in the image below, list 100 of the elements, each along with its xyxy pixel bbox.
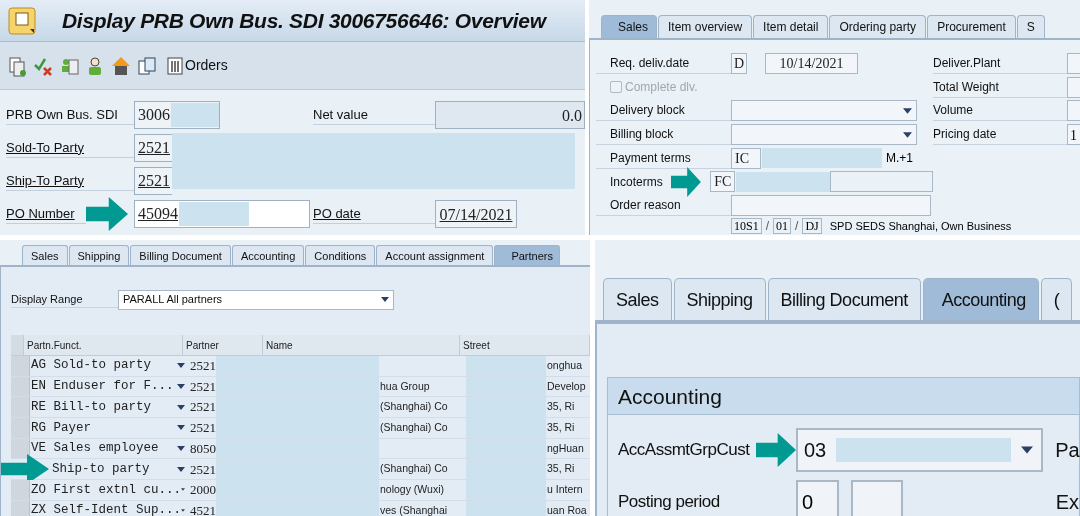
input-field[interactable]: D: [731, 53, 747, 75]
input-field[interactable]: 45094: [134, 200, 310, 228]
table-cell-text: ves (Shanghai: [379, 502, 449, 516]
input-field[interactable]: IC: [731, 147, 761, 169]
table-cell-text: (Shanghai) Co: [379, 399, 449, 415]
table-cell-text: ngHuan: [546, 440, 584, 456]
table-cell-text: (Shanghai) Co: [379, 420, 449, 436]
tab[interactable]: Sales: [601, 15, 658, 38]
table-cell-text: nology (Wuxi): [379, 482, 445, 498]
input-field[interactable]: 01: [773, 218, 792, 235]
caret-icon: [903, 108, 912, 114]
table-cell-text: onghua: [546, 357, 583, 373]
dropdown-cell[interactable]: VE Sales employee: [30, 438, 189, 459]
tab[interactable]: Sales: [603, 278, 672, 320]
field-text: M.+1: [886, 150, 913, 168]
input-field[interactable]: 0.0: [435, 101, 585, 129]
table-cell-text: Develop: [546, 378, 586, 394]
table-cell-text: 2000: [189, 481, 216, 500]
copy-icon: [137, 54, 157, 77]
column-header: Street: [460, 335, 590, 355]
input-field[interactable]: 10S1: [731, 218, 762, 235]
caret-icon: [177, 363, 185, 369]
column-header: Partn.Funct.: [24, 335, 183, 355]
row-selector[interactable]: [11, 356, 30, 376]
tab[interactable]: Billing Document: [130, 245, 231, 265]
dropdown-cell[interactable]: RE Bill-to party: [30, 397, 189, 418]
table-cell-text: 2521: [189, 377, 216, 396]
tab[interactable]: Ordering party: [829, 15, 927, 38]
table-cell-text: 2521: [189, 460, 216, 479]
table-cell-text: (Shanghai) Co: [379, 461, 449, 477]
row-selector[interactable]: [11, 397, 30, 418]
field-label: Incoterms: [609, 173, 664, 191]
tab[interactable]: Accounting: [922, 278, 1039, 320]
input-field[interactable]: FC: [710, 171, 735, 193]
input-field[interactable]: 07/14/2021: [435, 200, 517, 228]
window-title: Display PRB Own Bus. SDI 3006756646: Overview: [62, 7, 546, 34]
dropdown-cell[interactable]: EN Enduser for F...: [30, 376, 189, 397]
caret-icon: [177, 425, 185, 431]
orders-button[interactable]: Orders: [165, 55, 230, 76]
input-field[interactable]: [850, 480, 904, 516]
tab[interactable]: Sales: [22, 245, 68, 265]
field-label: Posting period: [618, 491, 720, 513]
tab[interactable]: Shipping: [68, 245, 130, 265]
dropdown-cell[interactable]: AG Sold-to party: [30, 356, 189, 376]
tab[interactable]: Billing Document: [767, 278, 921, 320]
caret-icon: [177, 384, 185, 390]
field-label: Ex: [1055, 490, 1079, 515]
dropdown-field[interactable]: PARALL All partners: [118, 289, 394, 310]
input-field[interactable]: 0: [796, 480, 839, 516]
caret-icon: [181, 508, 185, 514]
tab[interactable]: (: [1040, 278, 1073, 320]
caret-icon: [177, 404, 185, 410]
tab[interactable]: Item overview: [658, 15, 753, 38]
tab[interactable]: S: [1016, 15, 1045, 38]
tab[interactable]: Shipping: [673, 278, 766, 320]
table-cell-text: 35, Ri: [546, 461, 575, 477]
input-field[interactable]: [731, 194, 931, 216]
document-icon: [7, 54, 27, 77]
table-cell: 35, Ri: [546, 420, 575, 436]
row-selector[interactable]: [11, 480, 30, 500]
input-field[interactable]: 10/14/2021: [765, 53, 858, 75]
table-cell-text: 4521: [189, 501, 216, 516]
input-field[interactable]: 2521: [134, 134, 172, 162]
input-field[interactable]: DJ: [802, 218, 822, 235]
tab[interactable]: Procurement: [927, 15, 1016, 38]
field-label: Pa: [1055, 438, 1080, 463]
dropdown-field[interactable]: [731, 100, 917, 122]
dropdown-cell[interactable]: RG Payer: [30, 418, 189, 438]
dropdown-field[interactable]: 03: [796, 428, 1044, 472]
row-selector[interactable]: [11, 418, 30, 438]
table-cell-text: 2521: [189, 419, 216, 438]
redaction-bar: [171, 103, 219, 127]
caret-icon: [903, 131, 912, 138]
table-cell-text: hua Group: [379, 378, 431, 394]
checkbox-label: Complete dlv.: [625, 79, 698, 97]
table-cell: u Intern: [546, 482, 583, 498]
separator-slash: /: [765, 218, 770, 235]
input-field[interactable]: 2521: [134, 167, 172, 195]
table-cell-text: 8050: [189, 439, 216, 458]
dropdown-cell[interactable]: ZX Self-Ident Sup...: [30, 500, 189, 516]
caret-icon: [181, 487, 185, 493]
dropdown-field[interactable]: [731, 124, 917, 146]
caret-icon: [177, 446, 185, 452]
tab[interactable]: Item detail: [753, 15, 829, 38]
caret-icon: [381, 297, 389, 302]
app-menu-icon: [8, 6, 36, 35]
dropdown-cell[interactable]: ZO First extnl cu...: [30, 480, 189, 500]
tab[interactable]: Account assignment: [376, 245, 494, 265]
tab[interactable]: Accounting: [231, 245, 305, 265]
table-cell-text: 35, Ri: [546, 399, 575, 415]
field-label: AccAssmtGrpCust: [618, 439, 750, 461]
dropdown-cell[interactable]: Ship-to party: [49, 459, 189, 480]
house-icon: [111, 54, 131, 77]
input-field[interactable]: 1: [1067, 124, 1080, 146]
field-text: SPD SEDS Shanghai, Own Business: [829, 218, 1012, 234]
caret-icon: [177, 466, 185, 472]
input-field[interactable]: 3006: [134, 101, 220, 129]
tab[interactable]: Partners: [494, 245, 560, 265]
redaction-bar: [179, 202, 249, 226]
tab[interactable]: Conditions: [305, 245, 376, 265]
